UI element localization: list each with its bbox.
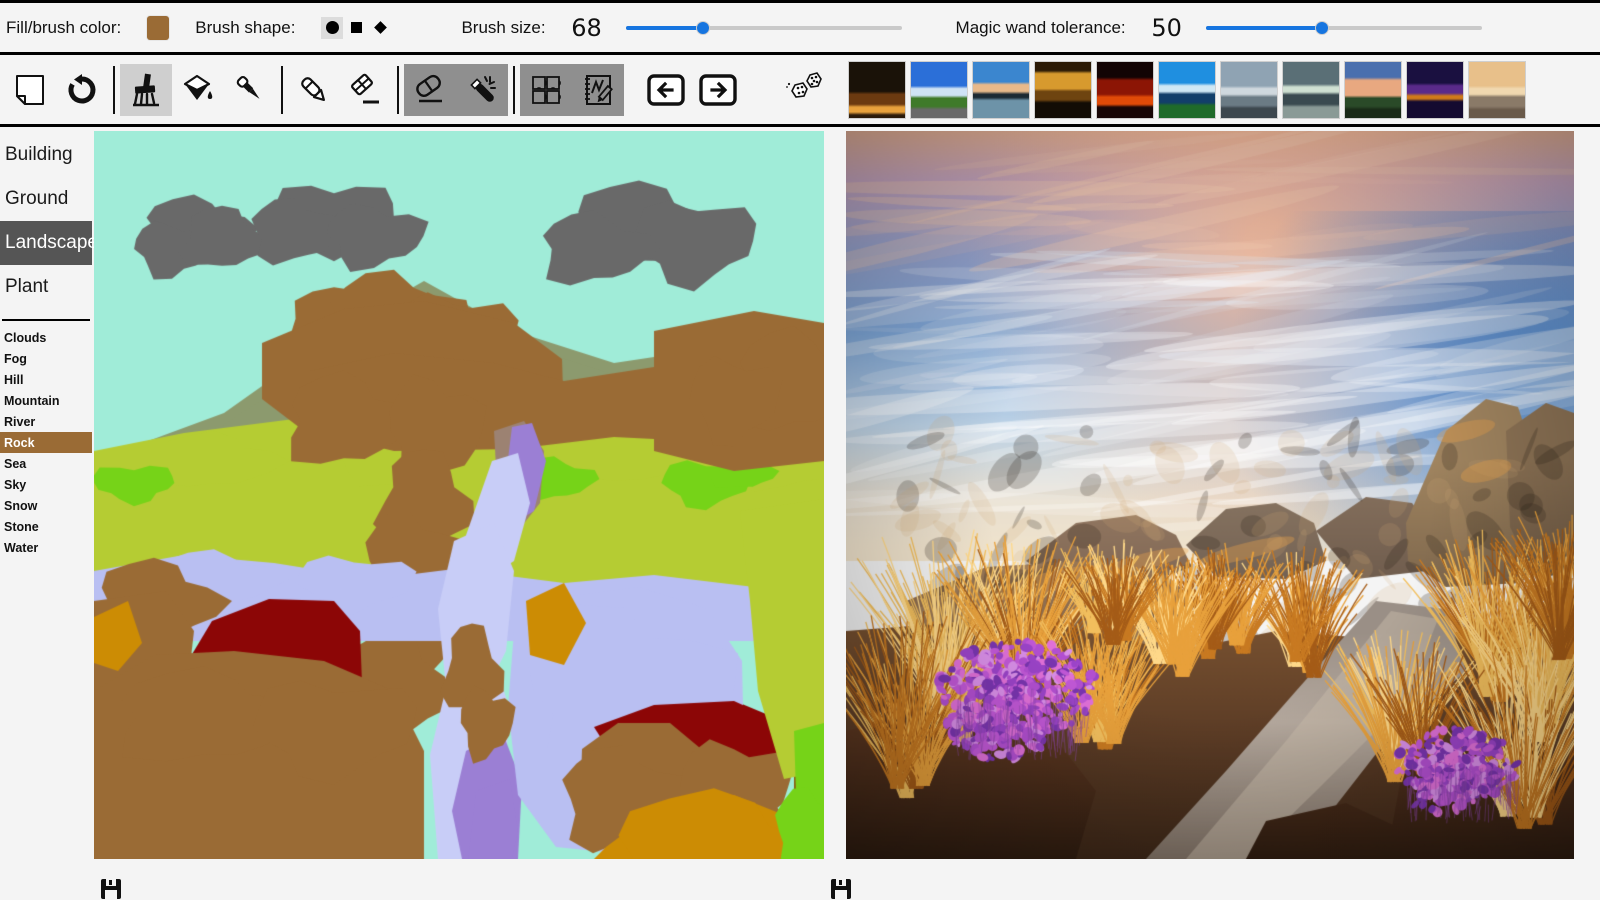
thumbnail-10[interactable] [1406, 61, 1464, 119]
thumbnail-1[interactable] [848, 61, 906, 119]
label-item-mountain[interactable]: Mountain [0, 390, 92, 411]
magic-wand-icon[interactable] [456, 64, 508, 116]
thumbnail-5[interactable] [1096, 61, 1154, 119]
thumbnail-8[interactable] [1282, 61, 1340, 119]
tool-separator-4 [513, 66, 515, 114]
category-item-ground[interactable]: Ground [0, 177, 92, 221]
arrow-left-icon[interactable] [640, 64, 692, 116]
fill-color-swatch[interactable] [147, 16, 169, 40]
label-item-fog[interactable]: Fog [0, 348, 92, 369]
sketchpad-icon[interactable] [572, 64, 624, 116]
diamond-icon [374, 21, 387, 34]
label-item-text: Sea [4, 457, 26, 471]
label-item-hill[interactable]: Hill [0, 369, 92, 390]
thumbnail-11[interactable] [1468, 61, 1526, 119]
thumbnail-3[interactable] [972, 61, 1030, 119]
brush-shape-circle-button[interactable] [321, 17, 343, 39]
label-item-clouds[interactable]: Clouds [0, 327, 92, 348]
label-item-text: Clouds [4, 331, 46, 345]
options-bar: Fill/brush color: Brush shape: Brush siz… [0, 3, 1600, 55]
label-list: Clouds Fog Hill Mountain River Rock Sea Sky Snow… [0, 327, 92, 558]
brush-size-thumb[interactable] [696, 21, 710, 35]
tool-separator-2 [281, 66, 283, 114]
brush-shape-label: Brush shape: [195, 18, 295, 38]
category-item-plant[interactable]: Plant [0, 265, 92, 309]
fill-color-label: Fill/brush color: [6, 18, 121, 38]
category-item-building[interactable]: Building [0, 133, 92, 177]
label-item-water[interactable]: Water [0, 537, 92, 558]
sidebar-divider [2, 319, 90, 321]
thumbnail-6[interactable] [1158, 61, 1216, 119]
tool-separator-1 [113, 66, 115, 114]
app-root: Fill/brush color: Brush shape: Brush siz… [0, 0, 1600, 900]
segmentation-canvas-panel[interactable] [94, 131, 824, 859]
paint-bucket-icon[interactable] [172, 64, 224, 116]
brush-size-label: Brush size: [461, 18, 545, 38]
eraser-icon[interactable] [404, 64, 456, 116]
puzzle-icon[interactable] [520, 64, 572, 116]
label-item-stone[interactable]: Stone [0, 516, 92, 537]
label-item-snow[interactable]: Snow [0, 495, 92, 516]
new-canvas-icon[interactable] [4, 64, 56, 116]
thumbnail-9[interactable] [1344, 61, 1402, 119]
circle-icon [326, 21, 339, 34]
label-item-text: Snow [4, 499, 37, 513]
label-item-text: Hill [4, 373, 23, 387]
label-item-sea[interactable]: Sea [0, 453, 92, 474]
brush-size-value: 68 [570, 14, 604, 42]
label-sidebar: Building Ground Landscape Plant Clouds Fog Hi… [0, 127, 92, 896]
tolerance-thumb[interactable] [1315, 21, 1329, 35]
eraser-line-icon[interactable] [340, 64, 392, 116]
brush-shape-group [321, 17, 391, 39]
label-item-text: Fog [4, 352, 27, 366]
category-item-label: Landscape [5, 232, 98, 254]
magic-wand-tolerance-label: Magic wand tolerance: [956, 18, 1126, 38]
square-icon [351, 22, 362, 33]
brush-shape-diamond-button[interactable] [369, 17, 391, 39]
label-item-text: Mountain [4, 394, 60, 408]
pencil-icon[interactable] [288, 64, 340, 116]
magic-wand-tolerance-slider[interactable] [1206, 19, 1482, 37]
label-item-text: River [4, 415, 35, 429]
arrow-right-icon[interactable] [692, 64, 744, 116]
category-item-label: Building [5, 144, 73, 166]
brush-shape-square-button[interactable] [345, 17, 367, 39]
category-item-label: Plant [5, 276, 48, 298]
label-item-text: Sky [4, 478, 26, 492]
category-item-label: Ground [5, 188, 68, 210]
save-photo-icon[interactable] [830, 878, 852, 900]
dice-icon[interactable] [774, 64, 830, 116]
save-segmentation-icon[interactable] [100, 878, 122, 900]
reference-photo-panel[interactable] [846, 131, 1574, 859]
category-item-landscape[interactable]: Landscape [0, 221, 92, 265]
semantic-segmentation-canvas[interactable] [94, 131, 824, 859]
thumbnail-7[interactable] [1220, 61, 1278, 119]
thumbnail-2[interactable] [910, 61, 968, 119]
image-thumbnail-strip [848, 61, 1526, 119]
reference-photo[interactable] [846, 131, 1574, 859]
main-area: Building Ground Landscape Plant Clouds Fog Hi… [0, 127, 1600, 896]
tolerance-fill [1206, 26, 1322, 30]
brush-size-fill [626, 26, 703, 30]
label-item-text: Rock [4, 436, 35, 450]
category-list: Building Ground Landscape Plant [0, 133, 92, 309]
rotate-icon[interactable] [56, 64, 108, 116]
tool-separator-3 [397, 66, 399, 114]
label-item-rock[interactable]: Rock [0, 432, 92, 453]
brush-size-slider[interactable] [626, 19, 902, 37]
label-item-sky[interactable]: Sky [0, 474, 92, 495]
magic-wand-tolerance-value: 50 [1150, 14, 1184, 42]
label-item-text: Stone [4, 520, 39, 534]
eyedropper-icon[interactable] [224, 64, 276, 116]
tool-bar [0, 55, 1600, 127]
label-item-text: Water [4, 541, 38, 555]
label-item-river[interactable]: River [0, 411, 92, 432]
thumbnail-4[interactable] [1034, 61, 1092, 119]
brush-icon[interactable] [120, 64, 172, 116]
